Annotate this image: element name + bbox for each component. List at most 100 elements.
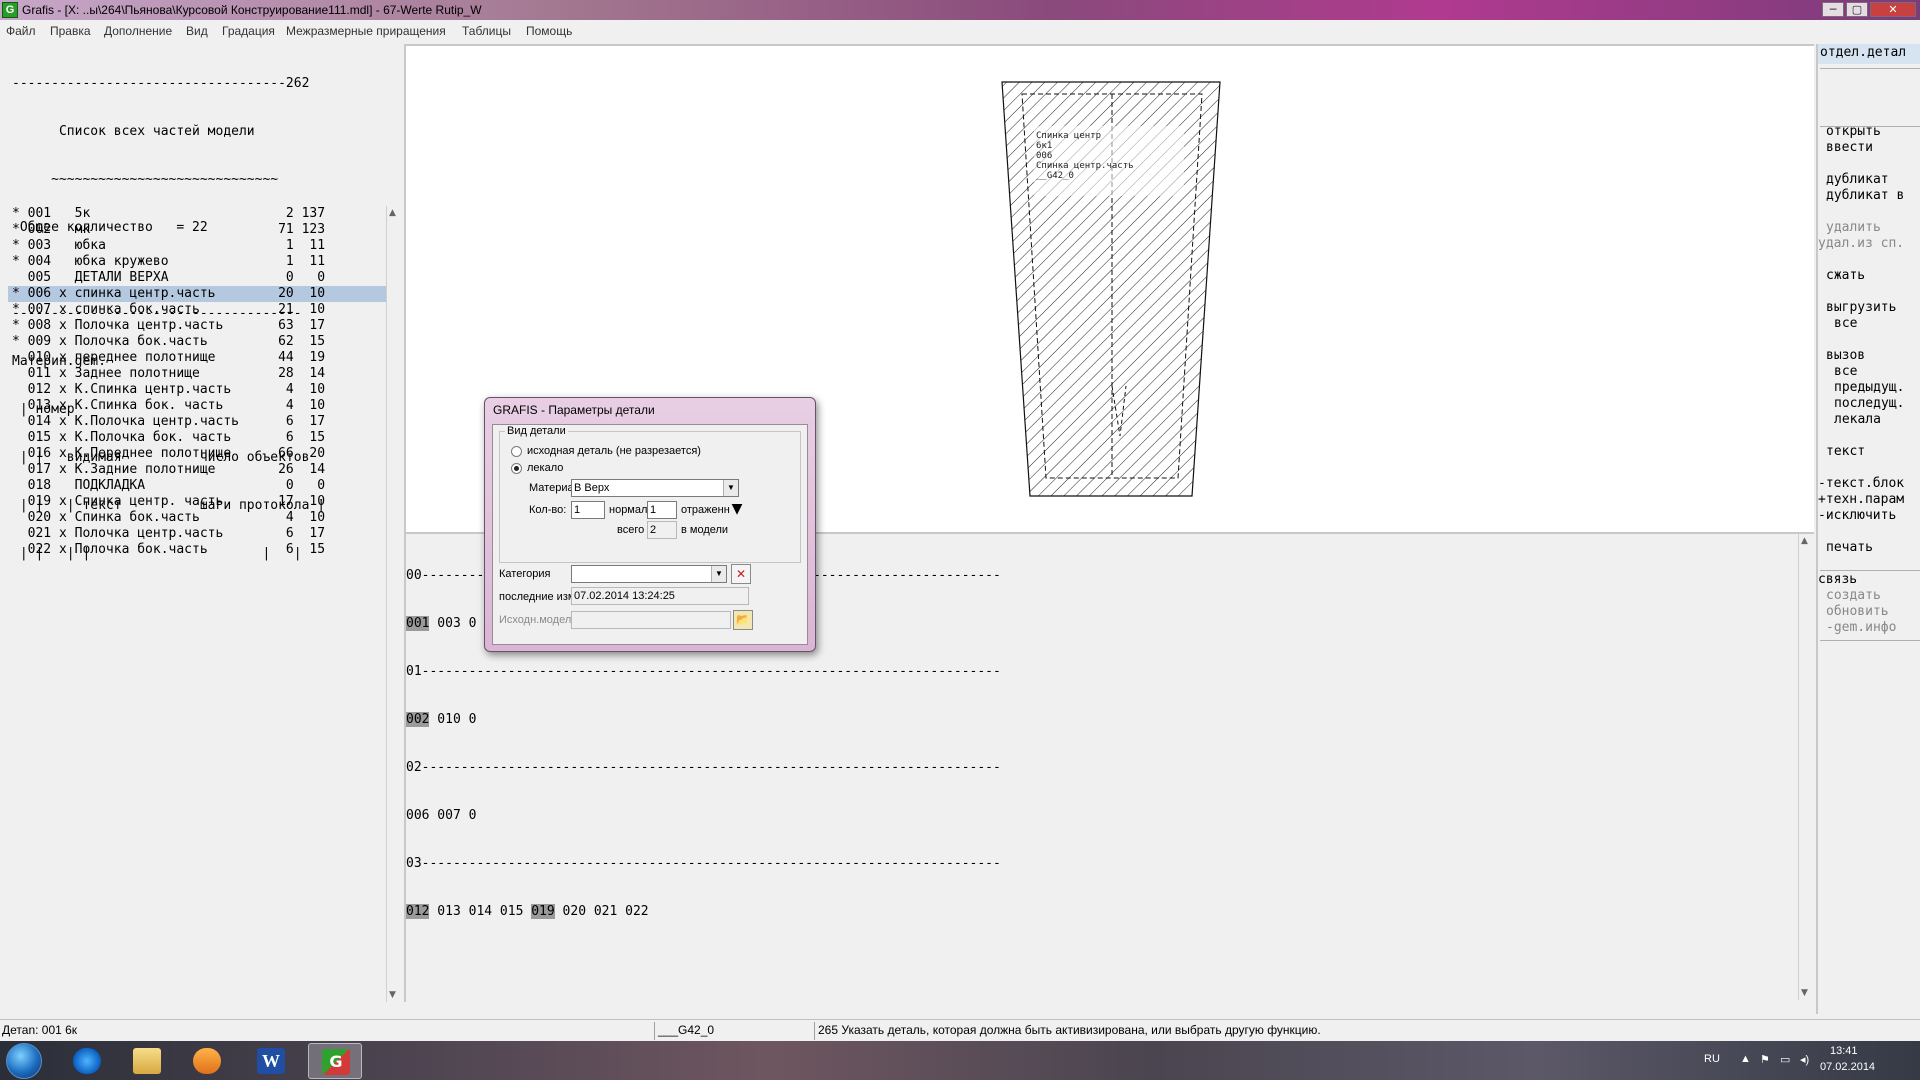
part-row-017[interactable]: 017 x К.Задние полотнище 26 14 [8, 462, 386, 478]
cmd-delete-from-list[interactable]: удал.из сп. [1818, 236, 1904, 252]
cmd-export[interactable]: выгрузить [1826, 300, 1896, 316]
part-row-015[interactable]: 015 x К.Полочка бок. часть 6 15 [8, 430, 386, 446]
mirror-label: отраженн [681, 504, 730, 516]
menu-addon[interactable]: Дополнение [104, 24, 172, 38]
cmd-open[interactable]: открыть [1826, 124, 1881, 140]
folder-open-icon[interactable]: 📂 [733, 610, 753, 630]
part-row-005[interactable]: 005 ДЕТАЛИ ВЕРХА 0 0 [8, 270, 386, 286]
cmd-duplicate-to[interactable]: дубликат в [1826, 188, 1904, 204]
triangle-down-icon[interactable]: ▼ [727, 500, 747, 520]
menu-edit[interactable]: Правка [50, 24, 91, 38]
taskbar-word[interactable]: W [244, 1043, 298, 1079]
radio-source-part[interactable] [511, 446, 522, 457]
scroll-up-icon[interactable]: ▲ [1801, 536, 1808, 546]
protocol-line: 01--------------------------------------… [406, 664, 1001, 679]
cmd-update[interactable]: обновить [1826, 604, 1889, 620]
part-row-008[interactable]: * 008 x Полочка центр.часть 63 17 [8, 318, 386, 334]
volume-icon[interactable]: ◂) [1800, 1053, 1809, 1066]
part-row-014[interactable]: 014 x К.Полочка центр.часть 6 17 [8, 414, 386, 430]
cmd-gem-info[interactable]: -gem.инфо [1826, 620, 1896, 636]
cmd-duplicate[interactable]: дубликат [1826, 172, 1889, 188]
part-row-016[interactable]: 016 x К.Переднее полотнище 66 20 [8, 446, 386, 462]
clock-date[interactable]: 07.02.2014 [1820, 1061, 1875, 1073]
divider [1820, 570, 1920, 571]
part-row-text: 016 x К.Переднее полотнище 66 20 [12, 446, 326, 461]
part-row-012[interactable]: 012 x К.Спинка центр.часть 4 10 [8, 382, 386, 398]
cmd-text[interactable]: текст [1826, 444, 1865, 460]
language-indicator[interactable]: RU [1704, 1053, 1720, 1065]
maximize-button[interactable]: ▢ [1846, 2, 1868, 17]
menu-help[interactable]: Помощь [526, 24, 572, 38]
cmd-enter[interactable]: ввести [1826, 140, 1873, 156]
network-icon[interactable]: ▭ [1780, 1053, 1790, 1066]
menu-view[interactable]: Вид [186, 24, 208, 38]
part-row-018[interactable]: 018 ПОДКЛАДКА 0 0 [8, 478, 386, 494]
start-button-icon[interactable] [6, 1043, 42, 1079]
taskbar-internet-explorer[interactable] [60, 1043, 114, 1079]
part-row-011[interactable]: 011 x Заднее полотнище 28 14 [8, 366, 386, 382]
cmd-create[interactable]: создать [1826, 588, 1881, 604]
scroll-down-icon[interactable]: ▼ [389, 990, 396, 1000]
cmd-next[interactable]: последущ. [1834, 396, 1904, 412]
part-row-004[interactable]: * 004 юбка кружево 1 11 [8, 254, 386, 270]
cmd-call-all[interactable]: все [1834, 364, 1857, 380]
scroll-down-icon[interactable]: ▼ [1801, 988, 1808, 998]
taskbar-media-player[interactable] [180, 1043, 234, 1079]
word-icon: W [257, 1048, 285, 1074]
part-row-006[interactable]: * 006 x спинка центр.часть 20 10 [8, 286, 386, 302]
cmd-export-all[interactable]: все [1834, 316, 1857, 332]
taskbar-grafis[interactable]: G [308, 1043, 362, 1079]
material-select[interactable]: В Верх ▼ [571, 479, 739, 497]
cmd-link[interactable]: связь [1818, 572, 1857, 588]
part-row-text: 018 ПОДКЛАДКА 0 0 [12, 478, 326, 493]
radio-source-label[interactable]: исходная деталь (не разрезается) [527, 445, 701, 457]
cmd-tech-params[interactable]: +техн.парам [1818, 492, 1904, 508]
command-panel-header[interactable]: отдел.детал [1818, 44, 1920, 64]
minimize-button[interactable]: ─ [1822, 2, 1844, 17]
show-hidden-icons-icon[interactable]: ▲ [1740, 1053, 1751, 1065]
scroll-up-icon[interactable]: ▲ [389, 208, 396, 218]
taskbar-file-explorer[interactable] [120, 1043, 174, 1079]
part-row-text: 012 x К.Спинка центр.часть 4 10 [12, 382, 326, 397]
parts-list-scrollbar[interactable]: ▲ ▼ [386, 206, 400, 1002]
part-row-013[interactable]: 013 x К.Спинка бок. часть 4 10 [8, 398, 386, 414]
close-button[interactable]: ✕ [1870, 2, 1916, 17]
cmd-exclude[interactable]: -исключить [1818, 508, 1896, 524]
part-row-009[interactable]: * 009 x Полочка бок.часть 62 15 [8, 334, 386, 350]
menu-bar: Файл Правка Дополнение Вид Градация Межр… [0, 20, 1920, 42]
menu-grading[interactable]: Градация [222, 24, 275, 38]
part-parameters-dialog: GRAFIS - Параметры детали Вид детали исх… [484, 397, 816, 652]
flag-icon[interactable]: ⚑ [1760, 1053, 1770, 1066]
clear-category-icon[interactable]: ✕ [731, 564, 751, 584]
part-row-003[interactable]: * 003 юбка 1 11 [8, 238, 386, 254]
part-row-020[interactable]: 020 x Спинка бок.часть 4 10 [8, 510, 386, 526]
part-row-010[interactable]: 010 x переднее полотнище 44 19 [8, 350, 386, 366]
menu-size-increments[interactable]: Межразмерные приращения [286, 24, 446, 38]
clock-time[interactable]: 13:41 [1830, 1045, 1858, 1057]
radio-pattern[interactable] [511, 463, 522, 474]
radio-pattern-label[interactable]: лекало [527, 462, 563, 474]
cmd-print[interactable]: печать [1826, 540, 1873, 556]
part-row-002[interactable]: * 002 мк 71 123 [8, 222, 386, 238]
chevron-down-icon[interactable]: ▼ [723, 480, 738, 496]
cmd-compress[interactable]: сжать [1826, 268, 1865, 284]
protocol-line: 012 013 014 015 019 020 021 022 [406, 904, 649, 919]
cmd-text-block[interactable]: -текст.блок [1818, 476, 1904, 492]
material-value: В Верх [574, 482, 610, 494]
menu-file[interactable]: Файл [6, 24, 36, 38]
protocol-scrollbar[interactable]: ▲ ▼ [1798, 534, 1812, 1000]
cmd-call[interactable]: вызов [1826, 348, 1865, 364]
quantity-mirror-input[interactable]: 1 [647, 501, 677, 519]
menu-tables[interactable]: Таблицы [462, 24, 511, 38]
cmd-patterns[interactable]: лекала [1834, 412, 1881, 428]
part-row-007[interactable]: * 007 x спинка бок.часть 21 10 [8, 302, 386, 318]
part-row-021[interactable]: 021 x Полочка центр.часть 6 17 [8, 526, 386, 542]
cmd-delete[interactable]: удалить [1826, 220, 1881, 236]
cmd-previous[interactable]: предыдущ. [1834, 380, 1904, 396]
quantity-normal-input[interactable]: 1 [571, 501, 605, 519]
part-row-022[interactable]: 022 x Полочка бок.часть 6 15 [8, 542, 386, 558]
category-select[interactable]: ▼ [571, 565, 727, 583]
part-row-019[interactable]: 019 x Спинка центр. часть 17 10 [8, 494, 386, 510]
part-row-001[interactable]: * 001 5к 2 137 [8, 206, 386, 222]
chevron-down-icon[interactable]: ▼ [711, 566, 726, 582]
